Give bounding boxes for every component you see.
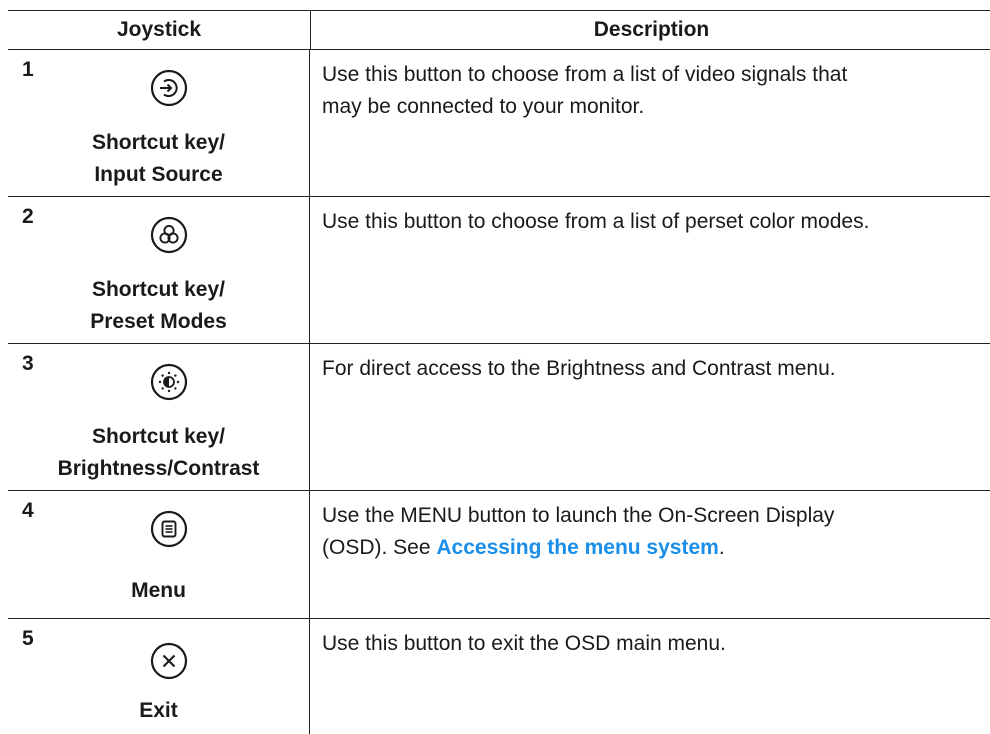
description-cell: Use this button to exit the OSD main men… <box>310 619 990 734</box>
description-cell: Use this button to choose from a list of… <box>310 197 990 343</box>
table-row: 5 Exit Use this button to exit the OSD m… <box>8 619 990 734</box>
description-cell: For direct access to the Brightness and … <box>310 344 990 490</box>
accessing-menu-system-link[interactable]: Accessing the menu system <box>436 536 718 559</box>
row-number: 2 <box>22 205 34 228</box>
input-source-icon <box>149 68 189 108</box>
joystick-label: Menu <box>131 579 186 602</box>
table-row: 4 Menu Use the MENU button to launch the… <box>8 491 990 619</box>
joystick-cell: 5 Exit <box>8 619 310 734</box>
joystick-label: Shortcut key/ <box>91 425 226 448</box>
description-cell: Use this button to choose from a list of… <box>310 50 990 196</box>
row-number: 5 <box>22 627 34 650</box>
description-text: Use this button to choose from a list of… <box>322 63 848 86</box>
description-cell: Use the MENU button to launch the On-Scr… <box>310 491 990 618</box>
description-text: . <box>718 536 725 559</box>
joystick-table: Joystick Description 1 Shortcut key/ Inp… <box>8 10 990 734</box>
joystick-label: Shortcut key/ <box>91 131 226 154</box>
joystick-label: Shortcut key/ <box>91 278 226 301</box>
menu-icon <box>149 509 189 549</box>
joystick-label: Brightness/Contrast <box>57 457 260 480</box>
preset-modes-icon <box>149 215 189 255</box>
close-icon <box>149 641 189 681</box>
joystick-label: Input Source <box>94 163 223 186</box>
description-text: Use the MENU button to launch the On-Scr… <box>322 504 835 527</box>
row-number: 3 <box>22 352 34 375</box>
header-joystick: Joystick <box>8 11 311 49</box>
joystick-cell: 1 Shortcut key/ Input Source <box>8 50 310 196</box>
description-text: (OSD). See <box>322 536 437 559</box>
description-text: Use this button to exit the OSD main men… <box>322 632 726 655</box>
joystick-label: Preset Modes <box>90 310 227 333</box>
description-text: may be connected to your monitor. <box>322 95 645 118</box>
table-header: Joystick Description <box>8 10 990 50</box>
joystick-label: Exit <box>139 699 178 722</box>
header-description: Description <box>593 18 710 41</box>
row-number: 1 <box>22 58 34 81</box>
row-number: 4 <box>22 499 34 522</box>
joystick-cell: 2 Shortcut key/ Preset Modes <box>8 197 310 343</box>
description-text: For direct access to the Brightness and … <box>322 357 836 380</box>
joystick-cell: 4 Menu <box>8 491 310 618</box>
table-row: 2 Shortcut key/ Preset Modes Use this bu… <box>8 197 990 344</box>
table-row: 1 Shortcut key/ Input Source Use this bu… <box>8 50 990 197</box>
joystick-cell: 3 Shortcut key/ Brightness/Contrast <box>8 344 310 490</box>
table-row: 3 Shortcut key/ Brightness/Contrast For … <box>8 344 990 491</box>
description-text: (OSD). See Accessing the menu system. <box>322 532 990 564</box>
description-text: Use this button to choose from a list of… <box>322 210 870 233</box>
brightness-contrast-icon <box>149 362 189 402</box>
